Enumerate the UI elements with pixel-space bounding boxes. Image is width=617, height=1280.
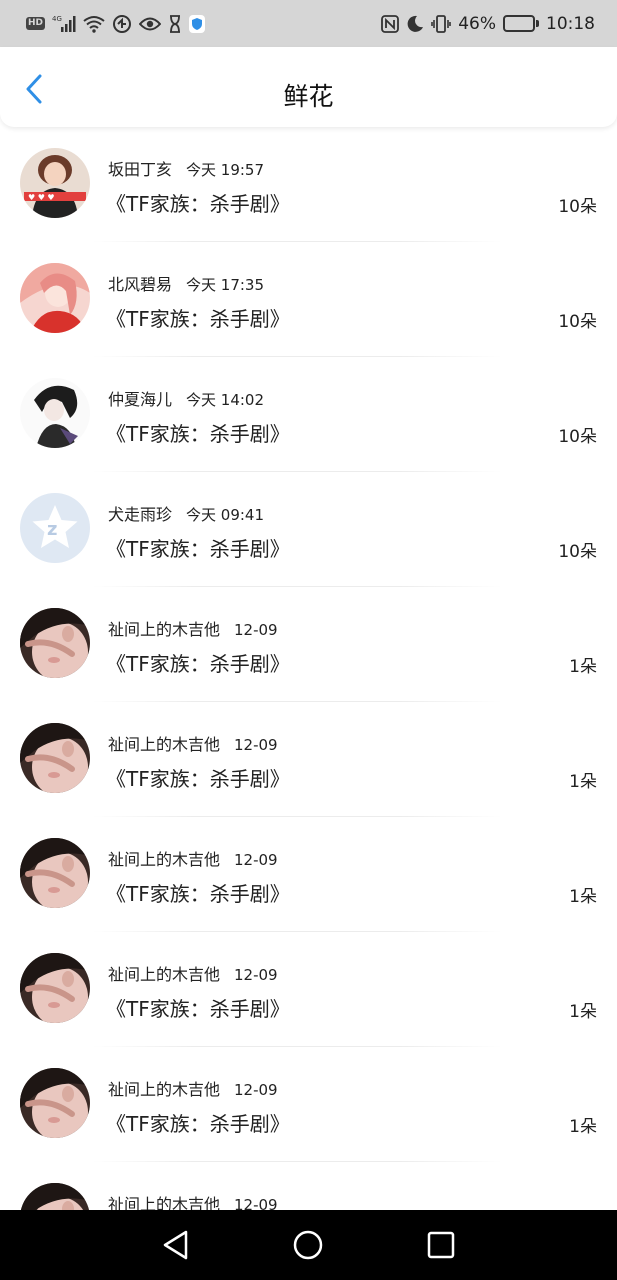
- navigation-bar: [0, 1210, 617, 1280]
- item-meta: 祉间上的木吉他 12-09: [108, 961, 278, 985]
- send-time: 12-09: [234, 851, 278, 869]
- sender-name: 犬走雨珍: [108, 505, 173, 524]
- sender-name: 坂田丁亥: [108, 160, 173, 179]
- list-item[interactable]: 祉间上的木吉他 12-09 《TF家族：杀手剧》 1朵: [0, 587, 617, 702]
- avatar[interactable]: [20, 263, 90, 333]
- avatar[interactable]: [20, 1068, 90, 1138]
- item-meta: 祉间上的木吉他 12-09: [108, 846, 278, 870]
- sender-name: 祉间上的木吉他: [108, 965, 221, 984]
- list-item[interactable]: 北风碧易 今天 17:35 《TF家族：杀手剧》 10朵: [0, 242, 617, 357]
- flower-count: 1朵: [569, 657, 597, 677]
- flower-count: 1朵: [569, 1117, 597, 1137]
- hd-icon: HD: [26, 17, 46, 30]
- item-meta: 祉间上的木吉他 12-09: [108, 616, 278, 640]
- clock-time: 10:18: [546, 13, 595, 34]
- list-item[interactable]: 仲夏海儿 今天 14:02 《TF家族：杀手剧》 10朵: [0, 357, 617, 472]
- item-meta: 祉间上的木吉他 12-09: [108, 731, 278, 755]
- avatar[interactable]: [20, 723, 90, 793]
- sender-name: 祉间上的木吉他: [108, 1080, 221, 1099]
- svg-text:♥ ♥ ♥: ♥ ♥ ♥: [28, 193, 55, 202]
- sender-name: 仲夏海儿: [108, 390, 173, 409]
- work-title: 《TF家族：杀手剧》: [106, 192, 290, 216]
- item-meta: 坂田丁亥 今天 19:57: [108, 156, 264, 180]
- work-title: 《TF家族：杀手剧》: [106, 1112, 290, 1136]
- send-time: 今天 09:41: [186, 506, 265, 524]
- work-title: 《TF家族：杀手剧》: [106, 882, 290, 906]
- send-time: 今天 17:35: [186, 276, 265, 294]
- page-title: 鲜花: [283, 82, 334, 111]
- status-right-icons: 46% 10:18: [381, 14, 595, 34]
- list-item[interactable]: 祉间上的木吉他 12-09 《TF家族：杀手剧》 1朵: [0, 932, 617, 1047]
- work-title: 《TF家族：杀手剧》: [106, 537, 290, 561]
- work-title: 《TF家族：杀手剧》: [106, 997, 290, 1021]
- header: 鲜花: [0, 47, 617, 127]
- back-triangle-icon: [163, 1230, 188, 1260]
- work-title: 《TF家族：杀手剧》: [106, 422, 290, 446]
- flower-count: 10朵: [558, 542, 597, 562]
- sender-name: 祉间上的木吉他: [108, 620, 221, 639]
- eye-icon: [139, 16, 162, 32]
- shield-icon: [189, 14, 206, 33]
- nfc-icon: [381, 14, 400, 33]
- home-circle-icon: [294, 1230, 323, 1260]
- work-title: 《TF家族：杀手剧》: [106, 307, 290, 331]
- send-time: 12-09: [234, 621, 278, 639]
- avatar[interactable]: ♥ ♥ ♥: [20, 148, 90, 218]
- recents-square-icon: [427, 1231, 455, 1259]
- avatar[interactable]: [20, 838, 90, 908]
- item-meta: 祉间上的木吉他 12-09: [108, 1076, 278, 1100]
- nav-home-button[interactable]: [286, 1223, 330, 1267]
- data-saver-icon: [112, 14, 132, 34]
- avatar[interactable]: [20, 953, 90, 1023]
- list-item[interactable]: ♥ ♥ ♥ 坂田丁亥 今天 19:57 《TF家族：杀手剧》 10朵: [0, 127, 617, 242]
- send-time: 今天 19:57: [186, 161, 265, 179]
- status-left-icons: HD 4G: [26, 14, 206, 34]
- sender-name: 北风碧易: [108, 275, 173, 294]
- flower-count: 10朵: [558, 312, 597, 332]
- avatar[interactable]: z: [20, 493, 90, 563]
- list-item[interactable]: z 犬走雨珍 今天 09:41 《TF家族：杀手剧》 10朵: [0, 472, 617, 587]
- list-item[interactable]: 祉间上的木吉他 12-09 《TF家族：杀手剧》 1朵: [0, 1047, 617, 1162]
- moon-icon: [406, 15, 424, 33]
- item-meta: 北风碧易 今天 17:35: [108, 271, 264, 295]
- avatar[interactable]: [20, 608, 90, 678]
- send-time: 12-09: [234, 736, 278, 754]
- flower-count: 10朵: [558, 197, 597, 217]
- item-meta: 仲夏海儿 今天 14:02: [108, 386, 264, 410]
- send-time: 12-09: [234, 966, 278, 984]
- work-title: 《TF家族：杀手剧》: [106, 767, 290, 791]
- send-time: 12-09: [234, 1081, 278, 1099]
- flower-count: 1朵: [569, 772, 597, 792]
- sender-name: 祉间上的木吉他: [108, 850, 221, 869]
- avatar[interactable]: [20, 378, 90, 448]
- status-bar: HD 4G 46% 10:18: [0, 0, 617, 47]
- list-item[interactable]: 祉间上的木吉他 12-09 《TF家族：杀手剧》 1朵: [0, 817, 617, 932]
- hourglass-icon: [168, 14, 182, 33]
- item-meta: 犬走雨珍 今天 09:41: [108, 501, 264, 525]
- nav-back-button[interactable]: [154, 1223, 198, 1267]
- list-item[interactable]: 祉间上的木吉他 12-09 《TF家族：杀手剧》 1朵: [0, 702, 617, 817]
- work-title: 《TF家族：杀手剧》: [106, 652, 290, 676]
- svg-text:z: z: [47, 519, 57, 540]
- battery-icon: [503, 15, 539, 32]
- flower-record-list: ♥ ♥ ♥ 坂田丁亥 今天 19:57 《TF家族：杀手剧》 10朵 北风碧易 今天 17:…: [0, 127, 617, 1277]
- nav-recents-button[interactable]: [419, 1223, 463, 1267]
- flower-count: 1朵: [569, 1002, 597, 1022]
- vibrate-icon: [431, 14, 452, 33]
- signal-icon: 4G: [52, 15, 76, 33]
- send-time: 今天 14:02: [186, 391, 265, 409]
- network-type-label: 4G: [52, 15, 62, 23]
- sender-name: 祉间上的木吉他: [108, 735, 221, 754]
- wifi-icon: [83, 15, 105, 33]
- battery-percent: 46%: [458, 13, 496, 34]
- flower-count: 10朵: [558, 427, 597, 447]
- flower-count: 1朵: [569, 887, 597, 907]
